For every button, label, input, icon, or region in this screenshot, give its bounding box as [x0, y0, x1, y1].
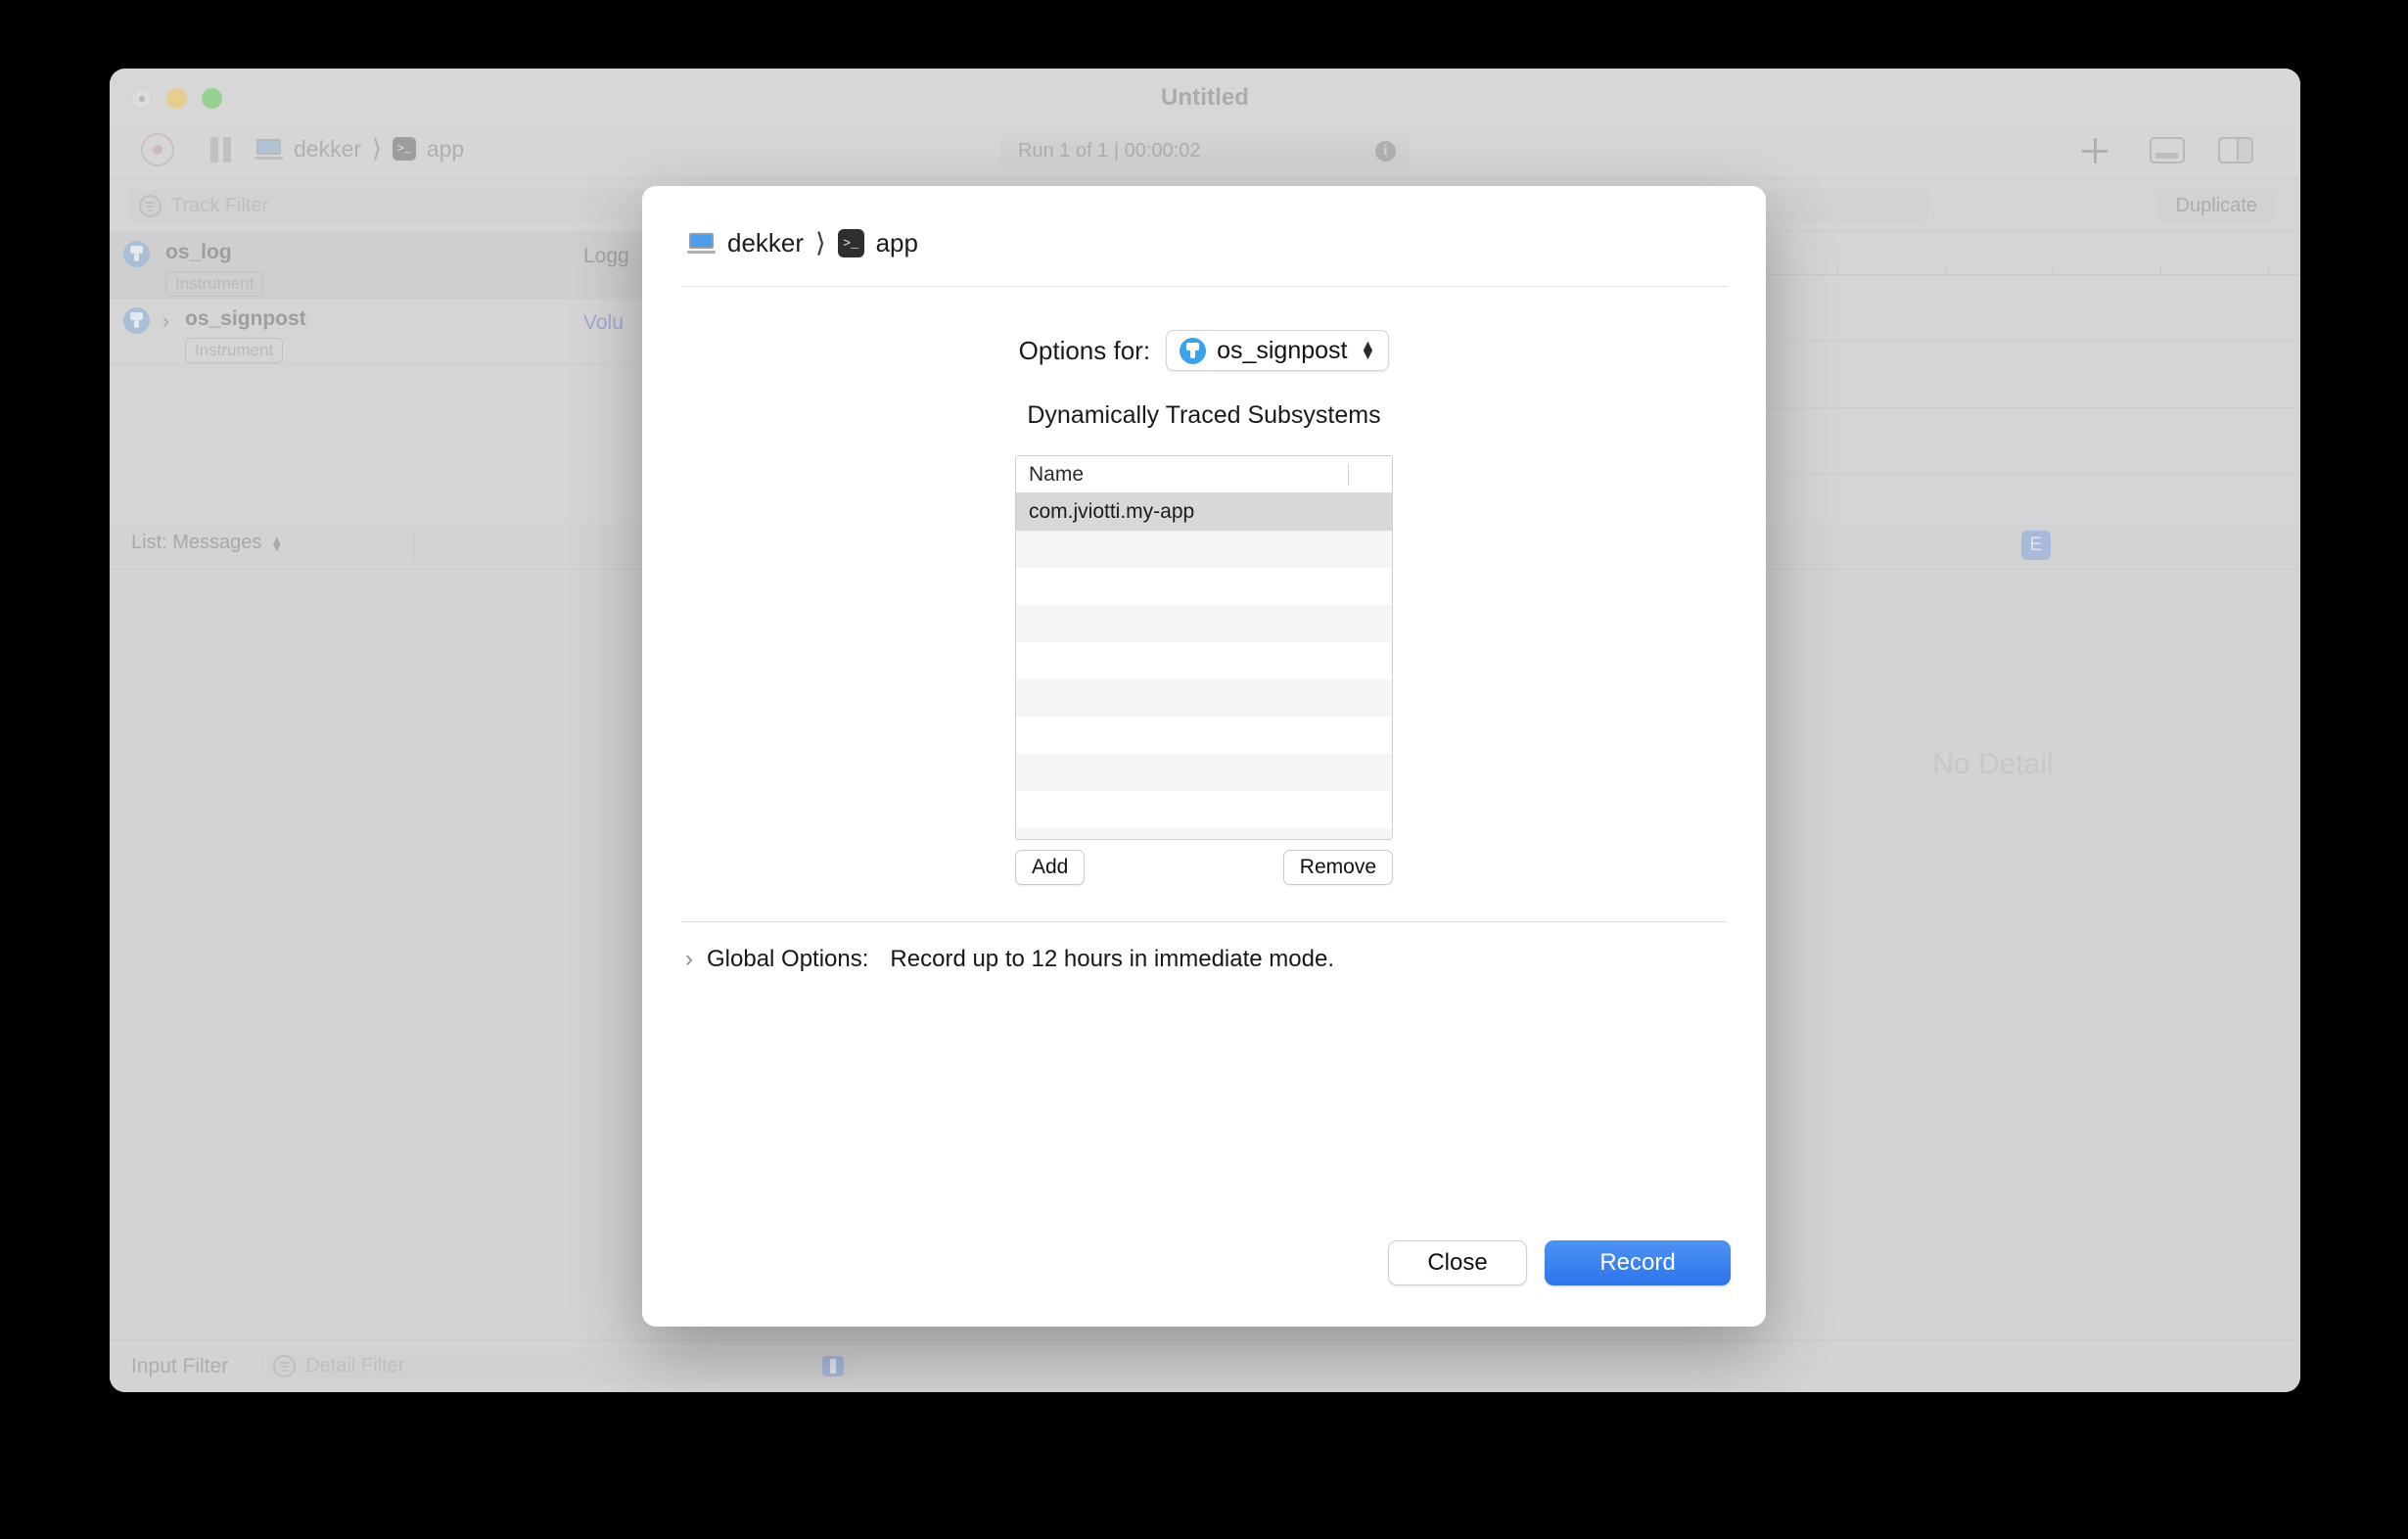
chevron-right-icon: ⟩: [372, 135, 382, 163]
table-row[interactable]: [1016, 717, 1392, 754]
breadcrumb-device: dekker: [294, 135, 362, 162]
divider: [681, 921, 1727, 922]
chevron-updown-icon: ▲ ▼: [270, 532, 284, 554]
track-name: os_log: [165, 241, 232, 263]
chevron-updown-icon: ▲ ▼: [1360, 338, 1376, 363]
chevron-right-icon[interactable]: ›: [685, 946, 693, 973]
section-title: Dynamically Traced Subsystems: [1027, 401, 1381, 429]
global-options-row[interactable]: › Global Options: Record up to 12 hours …: [685, 946, 1766, 973]
instrument-badge: Instrument: [185, 338, 284, 363]
column-header-name: Name: [1029, 462, 1085, 486]
options-for-row: Options for: os_signpost ▲ ▼: [642, 330, 1766, 371]
options-for-select[interactable]: os_signpost ▲ ▼: [1166, 330, 1390, 371]
no-detail-text: No Detail: [1932, 748, 2054, 780]
close-button[interactable]: Close: [1388, 1240, 1527, 1285]
signpost-icon: [1180, 337, 1207, 364]
table-actions: Add Remove: [1015, 850, 1393, 885]
pause-button[interactable]: [208, 137, 234, 163]
detail-filter-input[interactable]: Detail Filter: [261, 1349, 857, 1383]
laptop-icon: [255, 138, 283, 160]
run-status-text: Run 1 of 1 | 00:00:02: [1018, 140, 1201, 162]
track-name: os_signpost: [185, 307, 306, 330]
subsystems-table[interactable]: Name com.jviotti.my-app: [1015, 455, 1393, 840]
list-mode-label: List: Messages: [131, 532, 262, 553]
detail-pane: No Detail: [1686, 570, 2300, 1392]
record-button[interactable]: [141, 133, 174, 166]
table-row[interactable]: [1016, 828, 1392, 839]
track-filter-placeholder: Track Filter: [171, 194, 269, 216]
table-header: Name: [1016, 456, 1392, 493]
right-panel-toggle-icon[interactable]: [2218, 137, 2253, 163]
toolbar-divider: [413, 531, 414, 562]
recording-options-dialog: dekker ⟩ >_ app Options for: os_signpost…: [642, 186, 1766, 1327]
window-titlebar: Untitled: [110, 69, 2300, 125]
filter-icon: [139, 194, 162, 217]
dialog-breadcrumb-device: dekker: [727, 228, 805, 257]
dialog-footer: Close Record: [1388, 1240, 1731, 1285]
table-row[interactable]: [1016, 605, 1392, 642]
bottom-panel-toggle-icon[interactable]: [2150, 137, 2185, 163]
terminal-icon: >_: [837, 229, 864, 257]
column-divider[interactable]: [1348, 464, 1349, 486]
track-side-text: Logg: [583, 245, 629, 267]
dialog-breadcrumb: dekker ⟩ >_ app: [687, 228, 1766, 258]
terminal-icon: >_: [392, 137, 416, 161]
signpost-icon: [123, 241, 150, 267]
list-mode-select[interactable]: List: Messages ▲ ▼: [131, 532, 283, 554]
main-toolbar: dekker ⟩ >_ app Run 1 of 1 | 00:00:02 i: [110, 125, 2300, 179]
breadcrumb-target: app: [426, 135, 465, 162]
toolbar-breadcrumb[interactable]: dekker ⟩ >_ app: [255, 134, 464, 163]
panel-toggle-icon[interactable]: [822, 1356, 845, 1376]
options-for-value: os_signpost: [1217, 336, 1348, 364]
window-title: Untitled: [1160, 84, 1250, 111]
dialog-breadcrumb-target: app: [875, 228, 918, 257]
filter-icon: [273, 1355, 297, 1377]
plus-icon[interactable]: [2081, 137, 2108, 164]
global-options-label: Global Options:: [707, 946, 869, 972]
track-side-text: Volu: [583, 311, 624, 334]
global-options-value: Record up to 12 hours in immediate mode.: [890, 946, 1334, 972]
remove-button[interactable]: Remove: [1282, 850, 1393, 885]
instrument-badge: Instrument: [165, 271, 264, 297]
run-status-field[interactable]: Run 1 of 1 | 00:00:02 i: [1000, 133, 1410, 169]
table-row[interactable]: [1016, 568, 1392, 605]
status-badge[interactable]: E: [2021, 531, 2051, 560]
detail-filter-placeholder: Detail Filter: [305, 1355, 405, 1376]
table-row[interactable]: [1016, 531, 1392, 568]
table-row[interactable]: [1016, 754, 1392, 791]
chevron-right-icon[interactable]: ›: [162, 310, 169, 334]
signpost-icon: [123, 307, 150, 334]
divider: [681, 286, 1727, 287]
record-button[interactable]: Record: [1545, 1240, 1731, 1285]
table-row[interactable]: [1016, 642, 1392, 679]
chevron-right-icon: ⟩: [815, 228, 826, 257]
bottom-bar: Input Filter Detail Filter: [110, 1339, 2300, 1392]
laptop-icon: [687, 233, 716, 254]
duplicate-button[interactable]: Duplicate: [2157, 189, 2275, 222]
table-row[interactable]: [1016, 679, 1392, 717]
add-button[interactable]: Add: [1015, 850, 1086, 885]
info-icon[interactable]: i: [1375, 141, 1396, 162]
input-filter-label: Input Filter: [131, 1354, 229, 1377]
table-row[interactable]: [1016, 791, 1392, 828]
options-for-label: Options for:: [1018, 335, 1151, 365]
table-row[interactable]: com.jviotti.my-app: [1016, 493, 1392, 531]
